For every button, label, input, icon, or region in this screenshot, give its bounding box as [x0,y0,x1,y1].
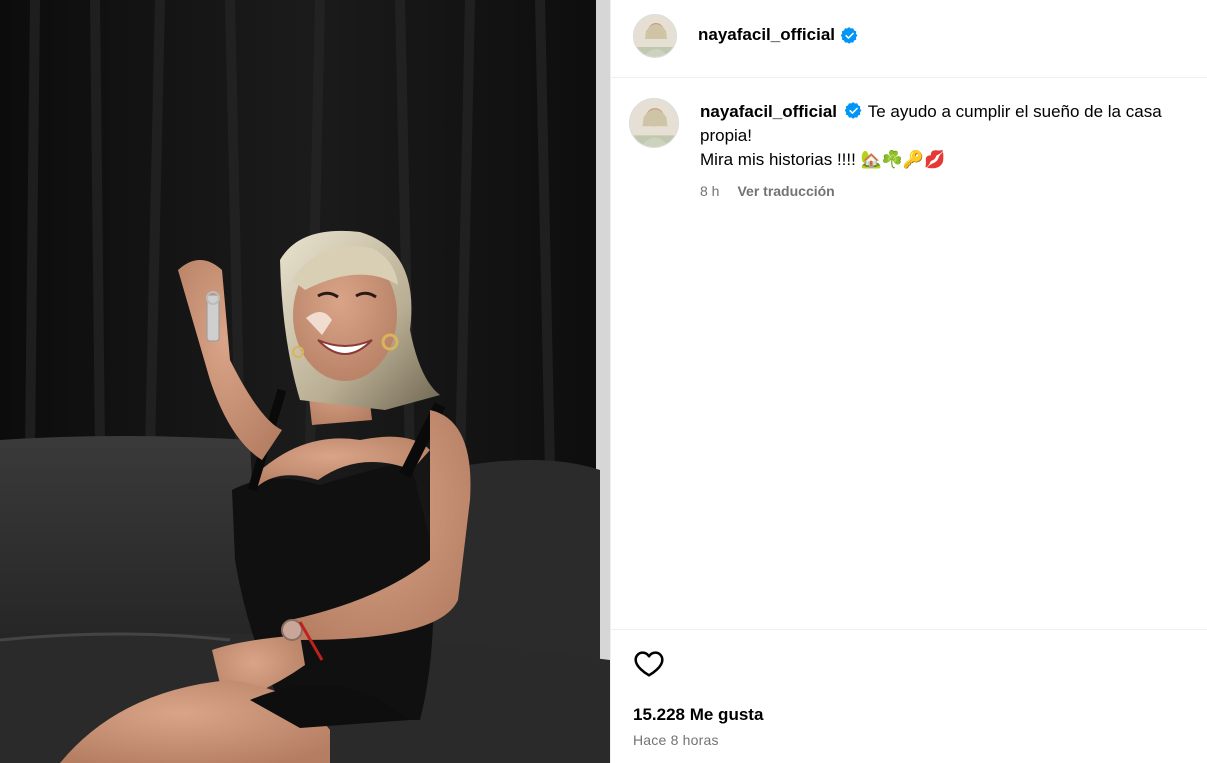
caption-line2: Mira mis historias !!!! 🏡☘️🔑💋 [700,148,1192,172]
verified-badge-icon [841,26,858,44]
avatar-image [630,99,678,147]
caption-avatar[interactable] [629,98,679,148]
post-photo[interactable] [0,0,610,763]
post-image [0,0,610,763]
header-avatar[interactable] [633,14,677,58]
post-header: nayafacil_official [611,0,1207,78]
header-user: nayafacil_official [698,25,858,45]
caption-username[interactable]: nayafacil_official [700,102,837,121]
post-caption: nayafacil_official Te ayudo a cumplir el… [700,100,1192,172]
post-timestamp[interactable]: Hace 8 horas [633,732,719,748]
verified-badge-icon [844,102,862,119]
caption-stories-text: Mira mis historias !!!! [700,150,856,169]
post-detail-panel: nayafacil_official nayafacil_official Te… [610,0,1207,763]
actions-divider [611,629,1207,630]
caption-relative-time: 8 h [700,183,720,199]
see-translation-button[interactable]: Ver traducción [737,183,834,199]
likes-count[interactable]: 15.228 Me gusta [633,705,763,725]
avatar-image [634,15,676,57]
caption-emojis: 🏡☘️🔑💋 [860,150,946,170]
caption-meta: 8 h Ver traducción [700,183,835,199]
heart-outline-icon[interactable] [633,648,665,680]
header-username[interactable]: nayafacil_official [698,25,835,45]
